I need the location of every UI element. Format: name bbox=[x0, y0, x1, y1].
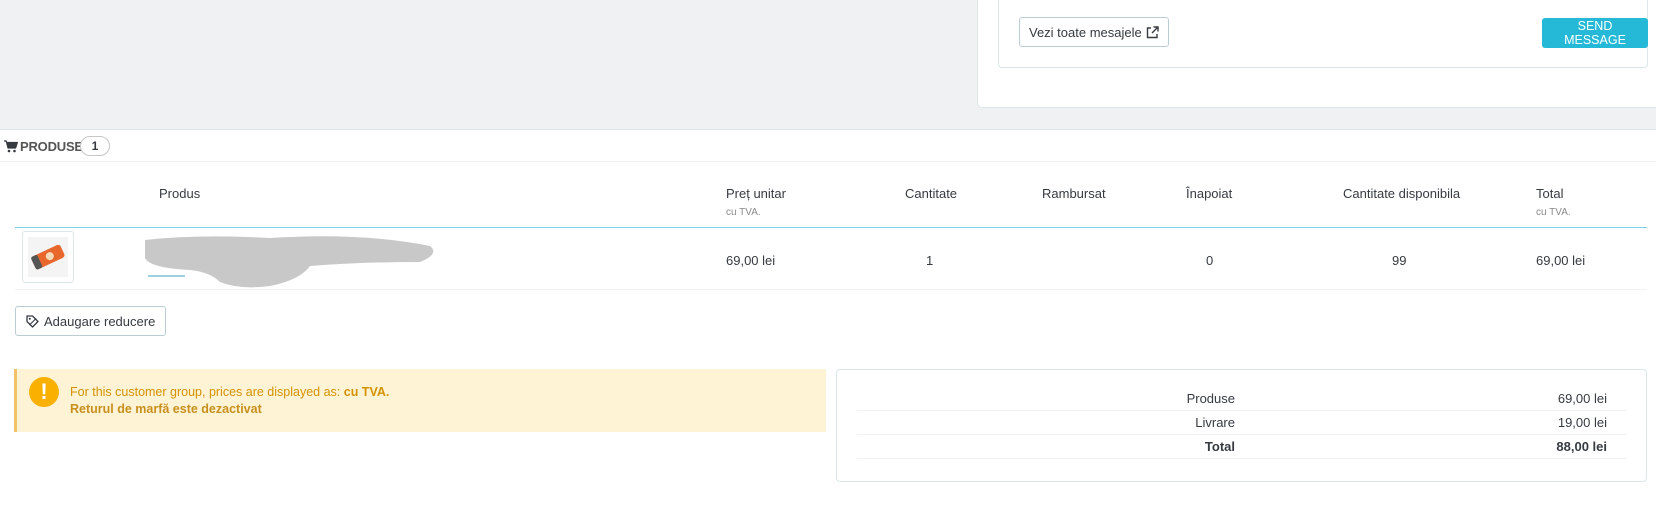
summary-label: Livrare bbox=[1195, 415, 1235, 430]
summary-value: 19,00 lei bbox=[1557, 415, 1607, 430]
summary-label: Produse bbox=[1186, 391, 1235, 406]
product-thumbnail[interactable] bbox=[22, 231, 74, 283]
th-returned: Înapoiat bbox=[1186, 186, 1233, 201]
row-total: 69,00 lei bbox=[1536, 253, 1586, 268]
messages-panel: Vezi toate mesajele SEND MESSAGE bbox=[977, 0, 1656, 108]
exclamation-icon: ! bbox=[29, 377, 59, 407]
messages-form: Vezi toate mesajele SEND MESSAGE bbox=[998, 0, 1648, 68]
row-available: 99 bbox=[1392, 253, 1407, 268]
product-image bbox=[28, 237, 68, 277]
external-link-icon bbox=[1146, 25, 1159, 38]
th-unit-price: Preț unitar bbox=[726, 186, 786, 201]
row-returned: 0 bbox=[1206, 253, 1214, 268]
alert-returns-message: Returul de marfă este dezactivat bbox=[70, 402, 262, 416]
th-product: Produs bbox=[159, 186, 201, 201]
tax-info-alert: ! For this customer group, prices are di… bbox=[14, 369, 826, 432]
products-panel-heading: PRODUSE 1 bbox=[0, 131, 1656, 162]
view-all-messages-button[interactable]: Vezi toate mesajele bbox=[1019, 17, 1169, 47]
add-discount-button[interactable]: Adaugare reducere bbox=[15, 306, 167, 336]
th-total-tax: cu TVA. bbox=[1536, 207, 1571, 218]
alert-tax-message: For this customer group, prices are disp… bbox=[70, 385, 389, 399]
add-discount-label: Adaugare reducere bbox=[44, 313, 156, 329]
order-summary: Produse 69,00 lei Livrare 19,00 lei Tota… bbox=[836, 369, 1647, 482]
alert-tax-mode: cu TVA. bbox=[343, 385, 390, 399]
send-message-button[interactable]: SEND MESSAGE bbox=[1542, 18, 1648, 48]
th-quantity: Cantitate bbox=[905, 186, 958, 201]
products-title: PRODUSE bbox=[20, 139, 83, 154]
th-available: Cantitate disponibila bbox=[1343, 186, 1461, 201]
summary-value: 69,00 lei bbox=[1557, 391, 1607, 406]
alert-text: For this customer group, prices are disp… bbox=[70, 385, 341, 399]
th-unit-price-tax: cu TVA. bbox=[726, 207, 761, 218]
divider bbox=[0, 129, 1656, 130]
summary-value: 88,00 lei bbox=[1556, 439, 1607, 454]
row-unit-price: 69,00 lei bbox=[726, 253, 776, 268]
th-total: Total bbox=[1536, 186, 1564, 201]
summary-row-shipping: Livrare 19,00 lei bbox=[857, 410, 1627, 435]
row-divider bbox=[15, 289, 1647, 290]
table-header-divider bbox=[15, 227, 1647, 228]
summary-row-products: Produse 69,00 lei bbox=[857, 386, 1627, 411]
th-refunded: Rambursat bbox=[1042, 186, 1106, 201]
summary-row-total: Total 88,00 lei bbox=[857, 434, 1627, 459]
product-name-redacted bbox=[145, 236, 434, 288]
products-count-badge: 1 bbox=[80, 136, 110, 156]
view-all-messages-label: Vezi toate mesajele bbox=[1029, 24, 1142, 40]
shopping-cart-icon bbox=[4, 140, 18, 153]
row-quantity: 1 bbox=[926, 253, 934, 268]
tag-icon bbox=[26, 314, 39, 328]
summary-label: Total bbox=[1204, 439, 1235, 454]
